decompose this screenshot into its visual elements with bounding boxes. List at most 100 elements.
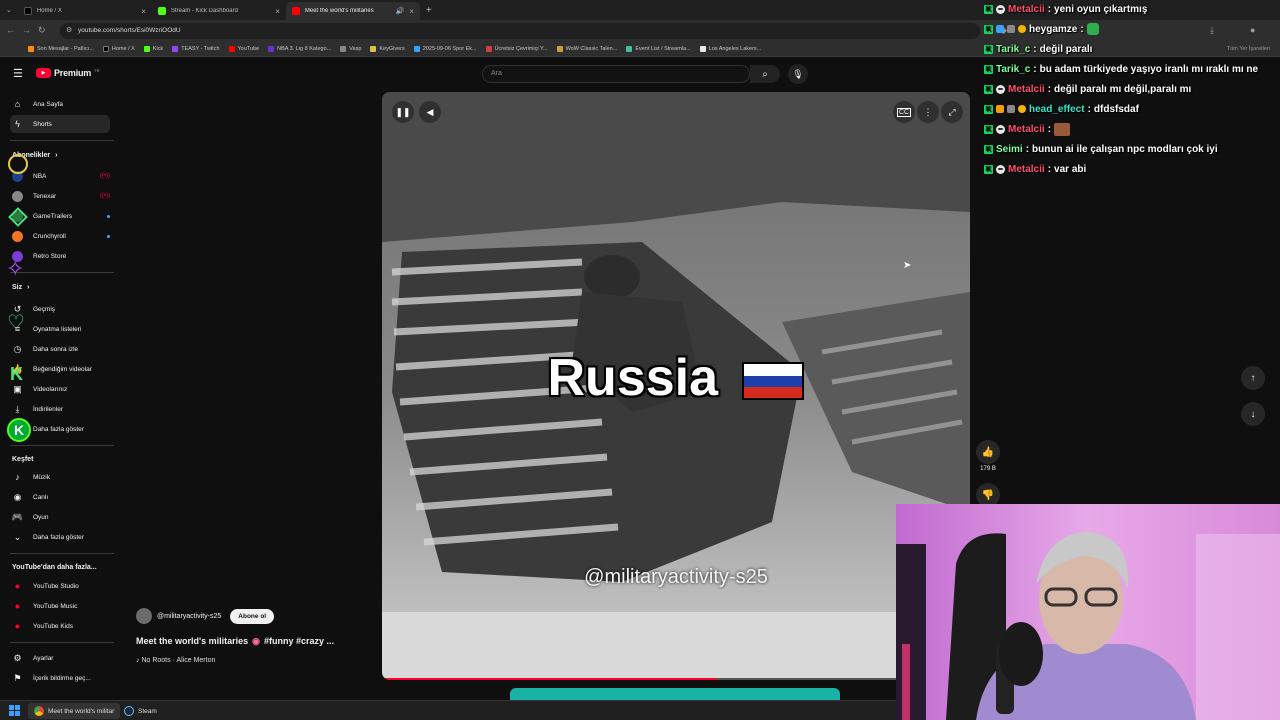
previous-short-button[interactable]: ↑	[1241, 366, 1265, 390]
url-input[interactable]: ⚙ youtube.com/shorts/Esi0WzriOOdU	[60, 23, 980, 39]
channel-avatar[interactable]	[136, 608, 152, 624]
bookmark-item[interactable]: TEASY - Twitch	[172, 46, 220, 52]
fullscreen-icon: ⤢	[948, 106, 956, 117]
bookmark-item[interactable]: YouTube	[228, 46, 259, 52]
sidebar-item-label: Retro Store	[33, 252, 67, 260]
chat-username: heygamze	[1029, 23, 1078, 35]
sidebar-item-label: YouTube Studio	[33, 582, 79, 590]
sidebar-item-youtube-kids[interactable]: ● YouTube Kids	[10, 617, 110, 635]
search-input[interactable]: Ara	[482, 65, 750, 83]
explore-header: Keşfet	[12, 456, 34, 463]
pause-button[interactable]: ❚❚	[392, 101, 414, 123]
tab-menu-chevron-icon[interactable]: ⌄	[0, 6, 18, 14]
sidebar-item-report-history[interactable]: ⚑ İçerik bildirme geç...	[10, 669, 110, 687]
sidebar-item-youtube-music[interactable]: ● YouTube Music	[10, 597, 110, 615]
close-icon[interactable]: ×	[141, 7, 146, 16]
captions-button[interactable]: CC	[893, 101, 915, 123]
close-icon[interactable]: ×	[275, 7, 280, 16]
sidebar-item-gaming[interactable]: 🎮 Oyun	[10, 508, 110, 526]
back-icon[interactable]: ←	[6, 25, 15, 35]
chat-username: Metalcii	[1008, 3, 1045, 15]
sidebar-item-label: Shorts	[33, 120, 52, 128]
new-tab-button[interactable]: +	[420, 5, 438, 16]
taskbar-app-steam[interactable]: Steam	[118, 703, 163, 719]
bookmark-item[interactable]: Event List / Streamla...	[626, 46, 691, 52]
chat-username: head_effect	[1029, 103, 1085, 115]
hamburger-menu-icon[interactable]: ☰	[13, 67, 23, 80]
sidebar-item-home[interactable]: ⌂ Ana Sayfa	[10, 95, 110, 113]
bookmark-item[interactable]: Kick	[143, 46, 163, 52]
speaker-icon[interactable]: 🔊	[395, 7, 404, 15]
sidebar-item-explore-more[interactable]: ⌄ Daha fazla göster	[10, 528, 110, 546]
tab-x[interactable]: Home / X ×	[18, 2, 152, 20]
sidebar-item-label: Oynatma listeleri	[33, 325, 82, 333]
youtube-logo[interactable]: ▶ Premium TR	[36, 68, 99, 78]
kick-badge-icon: K	[984, 104, 993, 114]
badge-icon	[1018, 25, 1026, 33]
more-options-button[interactable]: ⋮	[917, 101, 939, 123]
bookmark-item[interactable]: Vasp	[340, 46, 361, 52]
thumbs-up-icon: 👍	[981, 446, 995, 458]
sidebar-item-shorts[interactable]: ϟ Shorts	[10, 115, 110, 133]
short-title-row[interactable]: Meet the world's militaries ◉ #funny #cr…	[136, 636, 334, 647]
close-icon[interactable]: ×	[409, 7, 414, 16]
bookmark-item[interactable]: Los Angeles Lakers...	[699, 46, 761, 52]
video-progress-bar[interactable]	[382, 678, 970, 680]
chat-text: yeni oyun çıkartmış	[1054, 3, 1148, 15]
bookmark-item[interactable]: Ücretsiz Çevrimiçi Y...	[485, 46, 548, 52]
short-music[interactable]: ♪ No Roots · Alice Merton	[136, 657, 215, 664]
next-short-button[interactable]: ↓	[1241, 402, 1265, 426]
sidebar-item-settings[interactable]: ⚙ Ayarlar	[10, 649, 110, 667]
shorts-icon: ϟ	[15, 119, 20, 129]
badge-icon	[996, 25, 1004, 33]
bookmark-item[interactable]: WoW Classic Talen...	[556, 46, 617, 52]
arrow-down-icon: ↓	[1250, 408, 1256, 420]
channel-name[interactable]: @militaryactivity-s25	[157, 613, 221, 620]
sidebar-item-label: YouTube Music	[33, 602, 78, 610]
taskbar-app-browser[interactable]: Meet the world's militar	[28, 703, 121, 719]
thumbs-down-icon: 👎	[981, 489, 995, 501]
chat-message: K Metalcii: var abi	[984, 163, 1087, 175]
sidebar-item-youtube-studio[interactable]: ● YouTube Studio	[10, 577, 110, 595]
voice-search-button[interactable]: 🎙	[788, 64, 808, 84]
divider	[10, 140, 114, 141]
skull-badge-icon	[996, 164, 1005, 174]
sidebar-item-live[interactable]: ◉ Canlı	[10, 488, 110, 506]
site-info-icon[interactable]: ⚙	[66, 26, 72, 34]
like-button[interactable]: 👍	[976, 440, 1000, 464]
subscribe-button[interactable]: Abone ol	[230, 608, 275, 624]
fullscreen-button[interactable]: ⤢	[941, 101, 963, 123]
x-logo-icon	[23, 7, 32, 15]
bookmark-item[interactable]: 2025-09-06 Spor Ek...	[413, 46, 477, 52]
sidebar-item-music[interactable]: ♪ Müzik	[10, 468, 110, 486]
badge-icon	[1007, 105, 1015, 113]
emote-icon	[1054, 122, 1071, 136]
bookmark-item[interactable]: Home / X	[102, 46, 135, 52]
home-icon: ⌂	[14, 99, 21, 109]
tab-kick[interactable]: Stream - Kick Dashboard ×	[152, 2, 286, 20]
mute-button[interactable]: ◀	[419, 101, 441, 123]
bookmark-item[interactable]: Son Mesajlar - Patlıcı...	[28, 46, 94, 52]
short-video-player[interactable]: Russia @militaryactivity-s25 ❚❚ ◀ CC ⋮ ⤢	[382, 92, 970, 680]
pause-icon: ❚❚	[395, 106, 411, 117]
chrome-icon	[34, 706, 44, 716]
windows-start-icon[interactable]	[9, 705, 20, 716]
short-channel-row: @militaryactivity-s25 Abone ol	[136, 608, 275, 624]
bookmark-item[interactable]: NBA 3. Lig 8 Katego...	[268, 46, 331, 52]
search-button[interactable]: ⌕	[750, 65, 780, 83]
kick-badge-icon: K	[984, 24, 993, 34]
kick-badge-icon: K	[984, 4, 993, 14]
url-text: youtube.com/shorts/Esi0WzriOOdU	[78, 27, 181, 34]
bookmark-item[interactable]: KeyGivers	[370, 46, 405, 52]
flag-icon: ⚑	[13, 672, 22, 683]
chat-message: K Seimi: bunun ai ile çalışan npc modlar…	[984, 143, 1218, 155]
live-icon: ◉	[13, 491, 22, 502]
chevron-down-icon: ⌄	[13, 531, 22, 542]
skull-badge-icon	[996, 84, 1005, 94]
reload-icon[interactable]: ↻	[38, 25, 46, 36]
kick-logo-outline-icon: K	[10, 364, 23, 384]
bottom-banner-bar[interactable]	[510, 688, 840, 700]
star-outline-icon: ✧	[6, 256, 25, 281]
tab-youtube[interactable]: Meet the world's militaries 🔊 ×	[285, 2, 420, 20]
forward-icon[interactable]: →	[22, 25, 31, 35]
